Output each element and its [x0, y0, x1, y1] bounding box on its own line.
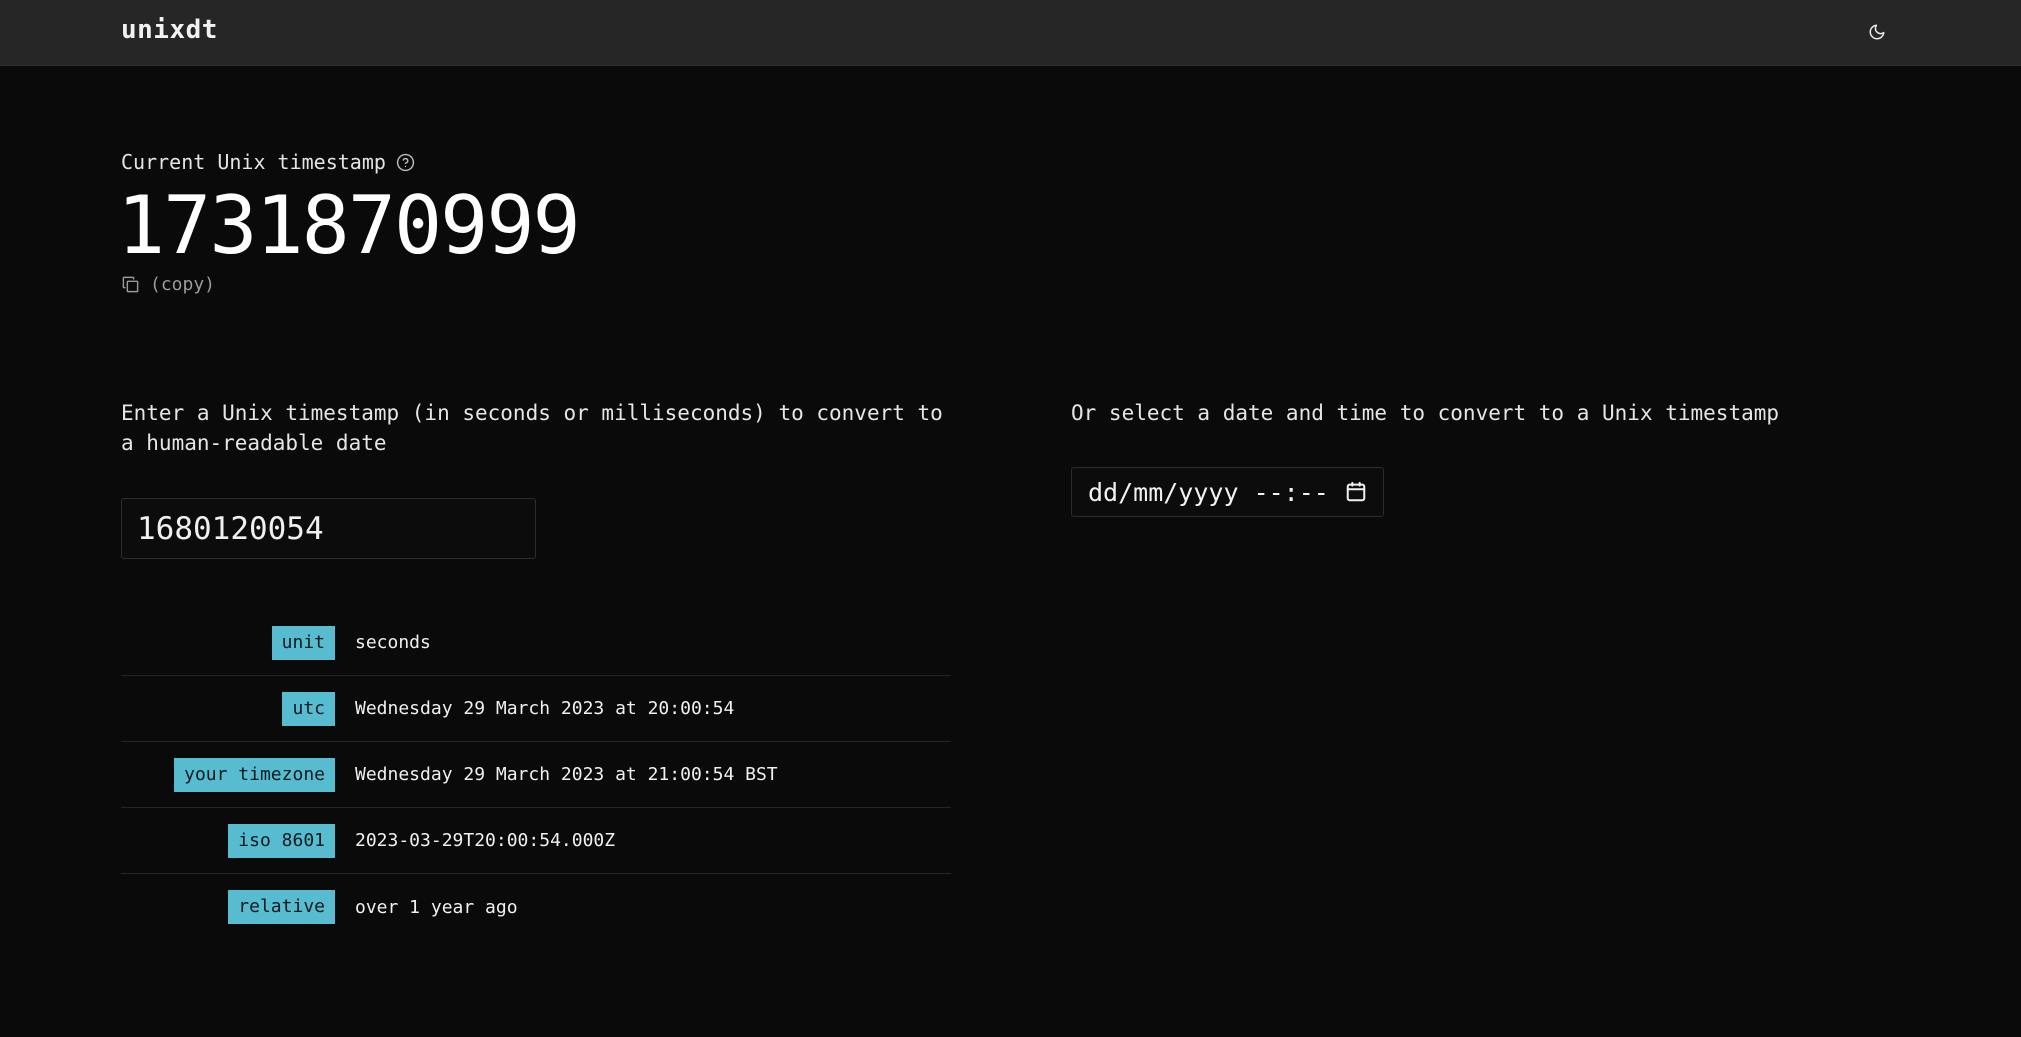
- date-instructions: Or select a date and time to convert to …: [1071, 401, 1780, 425]
- timestamp-to-date-section: Enter a Unix timestamp (in seconds or mi…: [121, 398, 951, 924]
- copy-label: (copy): [150, 274, 216, 295]
- copy-icon: [122, 276, 139, 293]
- conversion-results: unit seconds utc Wednesday 29 March 2023…: [121, 610, 951, 940]
- unit-value: seconds: [355, 632, 431, 653]
- copy-button[interactable]: (copy): [121, 274, 215, 295]
- result-row-iso: iso 8601 2023-03-29T20:00:54.000Z: [121, 808, 951, 874]
- utc-value: Wednesday 29 March 2023 at 20:00:54: [355, 698, 735, 719]
- help-circle-icon[interactable]: [396, 153, 415, 172]
- current-timestamp-label: Current Unix timestamp: [121, 150, 415, 174]
- unit-tag: unit: [271, 625, 335, 660]
- iso-value: 2023-03-29T20:00:54.000Z: [355, 830, 616, 851]
- result-row-relative: relative over 1 year ago: [121, 874, 951, 940]
- datetime-input[interactable]: dd/mm/yyyy --:--: [1071, 467, 1384, 517]
- timezone-tag: your timezone: [174, 757, 335, 792]
- date-to-timestamp-section: Or select a date and time to convert to …: [1071, 398, 1921, 517]
- timestamp-instructions: Enter a Unix timestamp (in seconds or mi…: [121, 401, 943, 455]
- result-row-utc: utc Wednesday 29 March 2023 at 20:00:54: [121, 676, 951, 742]
- timezone-value: Wednesday 29 March 2023 at 21:00:54 BST: [355, 764, 778, 785]
- relative-tag: relative: [228, 890, 335, 924]
- timestamp-input[interactable]: [121, 498, 536, 559]
- result-row-unit: unit seconds: [121, 610, 951, 676]
- calendar-icon[interactable]: [1345, 481, 1367, 503]
- utc-tag: utc: [282, 691, 335, 726]
- theme-toggle-button[interactable]: [1862, 17, 1892, 47]
- current-timestamp-value: 1731870999: [117, 179, 581, 272]
- top-bar: unixdt: [0, 0, 2021, 66]
- iso-tag: iso 8601: [228, 823, 335, 858]
- relative-value: over 1 year ago: [355, 896, 518, 918]
- moon-icon: [1869, 24, 1885, 40]
- current-timestamp-label-text: Current Unix timestamp: [121, 150, 386, 174]
- result-row-timezone: your timezone Wednesday 29 March 2023 at…: [121, 742, 951, 808]
- datetime-placeholder: dd/mm/yyyy --:--: [1088, 477, 1329, 507]
- brand-logo[interactable]: unixdt: [121, 15, 218, 45]
